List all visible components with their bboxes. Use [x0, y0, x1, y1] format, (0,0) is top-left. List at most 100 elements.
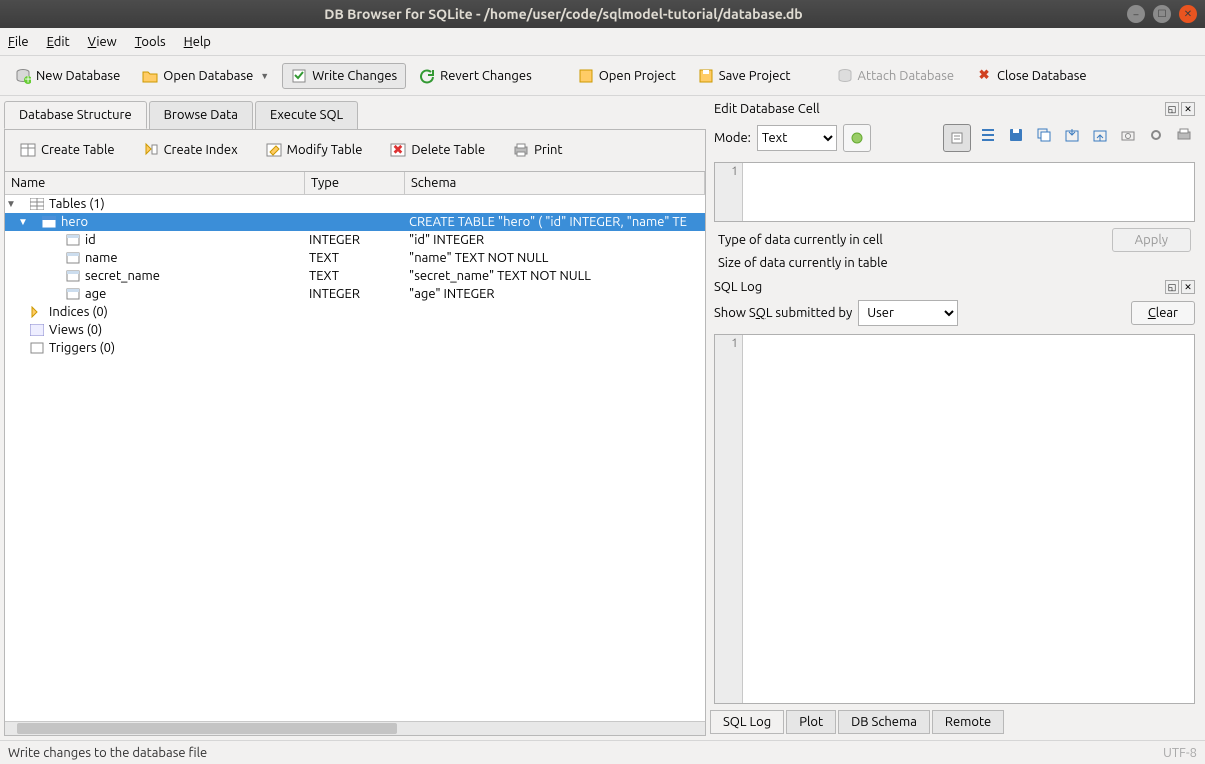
create-index-label: Create Index	[164, 143, 238, 157]
delete-table-button[interactable]: ✖ Delete Table	[381, 137, 494, 163]
close-window-button[interactable]: ✕	[1179, 5, 1197, 23]
column-icon	[65, 251, 81, 265]
titlebar: DB Browser for SQLite - /home/user/code/…	[0, 0, 1205, 28]
tree-node-indices[interactable]: Indices (0)	[5, 303, 705, 321]
tree-header: Name Type Schema	[5, 172, 705, 195]
import-cell-icon[interactable]	[1089, 124, 1111, 146]
tab-execute-sql[interactable]: Execute SQL	[255, 101, 358, 129]
status-text: Write changes to the database file	[8, 746, 207, 760]
status-encoding: UTF-8	[1163, 746, 1197, 760]
save-project-label: Save Project	[719, 69, 791, 83]
edit-cell-undock-button[interactable]: ◱	[1165, 102, 1179, 116]
print-button[interactable]: Print	[504, 137, 571, 163]
tree-node-table-hero[interactable]: ▼hero CREATE TABLE "hero" ( "id" INTEGER…	[5, 213, 705, 231]
tree-header-schema[interactable]: Schema	[405, 172, 705, 194]
tree-node-tables[interactable]: ▼Tables (1)	[5, 195, 705, 213]
text-view-button[interactable]	[943, 124, 971, 152]
open-project-button[interactable]: Open Project	[569, 63, 685, 89]
write-changes-icon	[291, 68, 307, 84]
cell-editor-textarea[interactable]	[743, 163, 1194, 221]
window-title: DB Browser for SQLite - /home/user/code/…	[8, 6, 1119, 22]
print-icon	[513, 142, 529, 158]
new-database-button[interactable]: + New Database	[6, 63, 129, 89]
revert-changes-button[interactable]: Revert Changes	[410, 63, 541, 89]
schema-tree: Name Type Schema ▼Tables (1) ▼hero CREAT…	[4, 172, 706, 736]
clear-log-button[interactable]: Clear	[1131, 301, 1195, 325]
attach-database-label: Attach Database	[858, 69, 955, 83]
column-icon	[65, 287, 81, 301]
format-button[interactable]	[843, 124, 871, 152]
camera-icon[interactable]	[1117, 124, 1139, 146]
create-table-icon	[20, 142, 36, 158]
menu-file[interactable]: File	[8, 35, 29, 49]
edit-cell-close-button[interactable]: ✕	[1181, 102, 1195, 116]
tree-horizontal-scrollbar[interactable]	[5, 721, 705, 735]
sql-log-editor[interactable]: 1	[714, 334, 1195, 704]
new-database-label: New Database	[36, 69, 120, 83]
table-group-icon	[29, 197, 45, 211]
tree-body[interactable]: ▼Tables (1) ▼hero CREATE TABLE "hero" ( …	[5, 195, 705, 721]
column-icon	[65, 269, 81, 283]
open-project-icon	[578, 68, 594, 84]
menu-view[interactable]: View	[88, 35, 117, 49]
delete-table-icon: ✖	[390, 142, 406, 158]
null-cell-icon[interactable]	[1145, 124, 1167, 146]
write-changes-label: Write Changes	[312, 69, 397, 83]
statusbar: Write changes to the database file UTF-8	[0, 740, 1205, 764]
sql-log-gutter: 1	[715, 335, 743, 703]
mode-label: Mode:	[714, 131, 751, 145]
sql-log-source-select[interactable]: User	[858, 300, 958, 326]
structure-toolbar: Create Table Create Index Modify Table ✖…	[4, 129, 706, 172]
list-view-icon[interactable]	[977, 124, 999, 146]
menu-edit[interactable]: Edit	[47, 35, 70, 49]
sql-log-undock-button[interactable]: ◱	[1165, 280, 1179, 294]
trigger-group-icon	[29, 341, 45, 355]
tab-browse-data[interactable]: Browse Data	[149, 101, 253, 129]
tree-node-column-secret-name[interactable]: secret_name TEXT "secret_name" TEXT NOT …	[5, 267, 705, 285]
create-index-icon	[143, 142, 159, 158]
svg-text:✖: ✖	[393, 143, 404, 157]
bottom-tab-db-schema[interactable]: DB Schema	[838, 710, 930, 734]
apply-button: Apply	[1112, 228, 1191, 252]
create-index-button[interactable]: Create Index	[134, 137, 247, 163]
modify-table-label: Modify Table	[287, 143, 363, 157]
view-group-icon	[29, 323, 45, 337]
menu-tools[interactable]: Tools	[135, 35, 166, 49]
cell-editor[interactable]: 1	[714, 162, 1195, 222]
modify-table-button[interactable]: Modify Table	[257, 137, 372, 163]
edit-cell-panel-title: Edit Database Cell ◱ ✕	[710, 100, 1199, 118]
export-cell-icon[interactable]	[1061, 124, 1083, 146]
svg-text:+: +	[24, 72, 31, 84]
close-database-label: Close Database	[997, 69, 1087, 83]
close-database-button[interactable]: ✖ Close Database	[967, 63, 1096, 89]
open-database-dropdown[interactable]: ▼	[260, 71, 269, 81]
revert-changes-icon	[419, 68, 435, 84]
open-database-button[interactable]: Open Database ▼	[133, 63, 278, 89]
save-project-icon	[698, 68, 714, 84]
menu-help[interactable]: Help	[184, 35, 211, 49]
tree-node-triggers[interactable]: Triggers (0)	[5, 339, 705, 357]
sql-log-textarea[interactable]	[743, 335, 1194, 703]
bottom-tab-plot[interactable]: Plot	[786, 710, 836, 734]
sql-log-close-button[interactable]: ✕	[1181, 280, 1195, 294]
write-changes-button[interactable]: Write Changes	[282, 63, 406, 89]
minimize-button[interactable]: –	[1127, 5, 1145, 23]
copy-cell-icon[interactable]	[1033, 124, 1055, 146]
save-cell-icon[interactable]	[1005, 124, 1027, 146]
tree-node-column-name[interactable]: name TEXT "name" TEXT NOT NULL	[5, 249, 705, 267]
column-icon	[65, 233, 81, 247]
maximize-button[interactable]: ☐	[1153, 5, 1171, 23]
tree-header-name[interactable]: Name	[5, 172, 305, 194]
bottom-tab-remote[interactable]: Remote	[932, 710, 1004, 734]
tab-database-structure[interactable]: Database Structure	[4, 101, 147, 129]
bottom-tab-sql-log[interactable]: SQL Log	[710, 710, 784, 734]
mode-select[interactable]: Text	[757, 125, 837, 151]
tree-node-column-id[interactable]: id INTEGER "id" INTEGER	[5, 231, 705, 249]
tree-node-views[interactable]: Views (0)	[5, 321, 705, 339]
main-toolbar: + New Database Open Database ▼ Write Cha…	[0, 56, 1205, 96]
tree-node-column-age[interactable]: age INTEGER "age" INTEGER	[5, 285, 705, 303]
tree-header-type[interactable]: Type	[305, 172, 405, 194]
print-cell-icon[interactable]	[1173, 124, 1195, 146]
save-project-button[interactable]: Save Project	[689, 63, 800, 89]
create-table-button[interactable]: Create Table	[11, 137, 124, 163]
